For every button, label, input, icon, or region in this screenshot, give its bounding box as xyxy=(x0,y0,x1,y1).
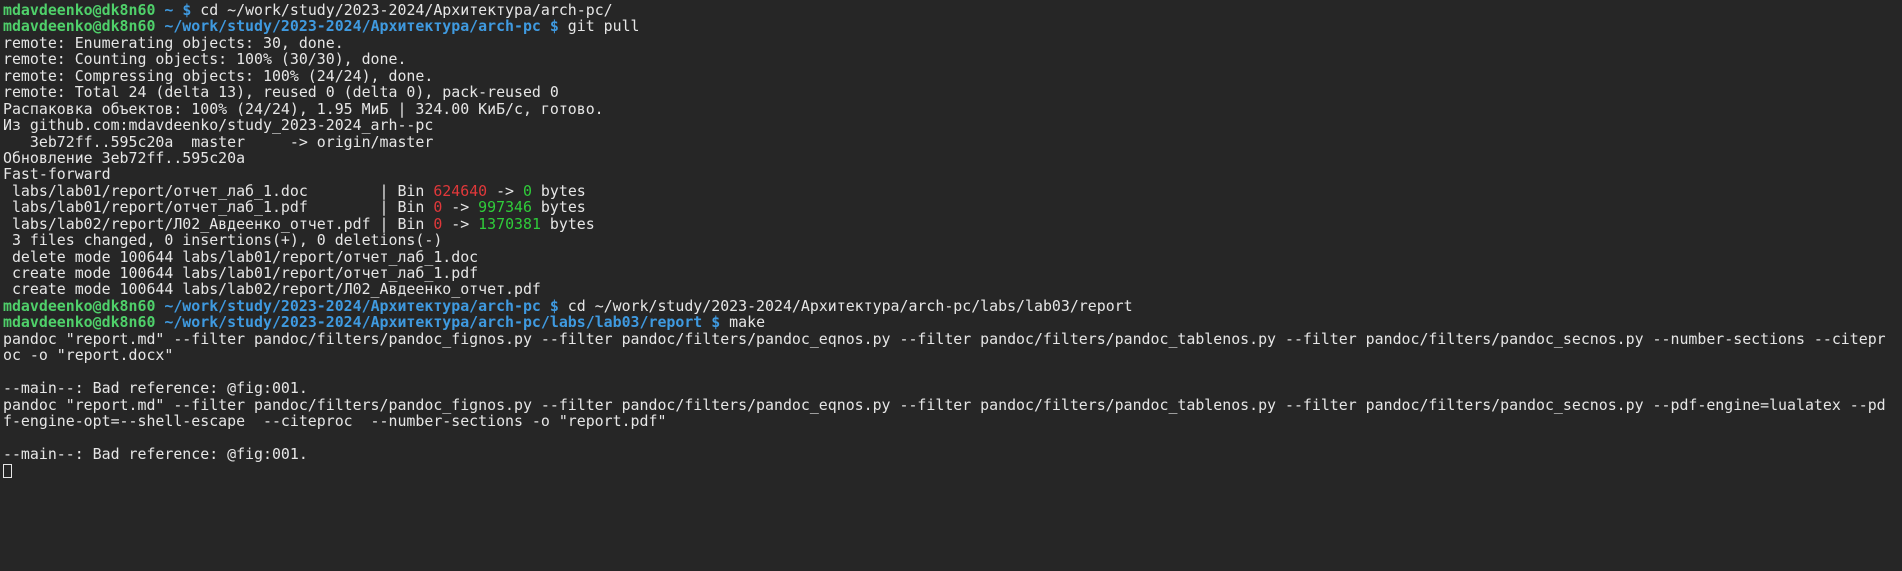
output-text: Из github.com:mdavdeenko/study_2023-2024… xyxy=(3,116,434,135)
terminal-line: --main--: Bad reference: @fig:001. xyxy=(3,446,1902,462)
output-text: --main--: Bad reference: @fig:001. xyxy=(3,379,308,398)
terminal-line: mdavdeenko@dk8n60 ~/work/study/2023-2024… xyxy=(3,18,1902,34)
terminal-line: pandoc "report.md" --filter pandoc/filte… xyxy=(3,395,1902,414)
output-text: create mode 100644 labs/lab02/report/Л02… xyxy=(3,280,541,299)
prompt-path: ~ xyxy=(164,1,183,19)
terminal-line: Распаковка объектов: 100% (24/24), 1.95 … xyxy=(3,99,1902,118)
terminal-output[interactable]: mdavdeenko@dk8n60 ~ $ cd ~/work/study/20… xyxy=(0,0,1902,479)
added-size: 0 xyxy=(523,181,532,200)
output-text: 3 files changed, 0 insertions(+), 0 dele… xyxy=(3,231,443,250)
terminal-line: Fast-forward xyxy=(3,166,1902,182)
output-text: remote: Total 24 (delta 13), reused 0 (d… xyxy=(3,83,559,102)
output-text: make xyxy=(729,313,766,332)
output-text: -> xyxy=(442,198,479,217)
output-text: bytes xyxy=(540,214,595,233)
terminal-line: labs/lab02/report/Л02_Авдеенко_отчет.pdf… xyxy=(3,214,1902,233)
terminal-line: 3 files changed, 0 insertions(+), 0 dele… xyxy=(3,232,1902,248)
terminal-line: labs/lab01/report/отчет_лаб_1.pdf | Bin … xyxy=(3,199,1902,215)
output-text: remote: Enumerating objects: 30, done. xyxy=(3,33,344,52)
output-text: cd ~/work/study/2023-2024/Архитектура/ar… xyxy=(567,296,1133,315)
output-text: -> xyxy=(487,181,523,200)
output-text: labs/lab01/report/отчет_лаб_1.pdf | Bin xyxy=(3,198,434,217)
terminal-line: mdavdeenko@dk8n60 ~/work/study/2023-2024… xyxy=(3,314,1902,330)
terminal-line: delete mode 100644 labs/lab01/report/отч… xyxy=(3,247,1902,266)
terminal-line: remote: Total 24 (delta 13), reused 0 (d… xyxy=(3,84,1902,100)
terminal-line: Из github.com:mdavdeenko/study_2023-2024… xyxy=(3,117,1902,133)
cursor xyxy=(3,464,12,479)
output-text: bytes xyxy=(531,198,586,217)
output-text: Fast-forward xyxy=(3,165,111,184)
output-text: --main--: Bad reference: @fig:001. xyxy=(3,444,308,463)
terminal-line: remote: Enumerating objects: 30, done. xyxy=(3,35,1902,51)
deleted-size: 0 xyxy=(433,198,443,217)
output-text: pandoc "report.md" --filter pandoc/filte… xyxy=(3,395,1886,414)
terminal-line: remote: Compressing objects: 100% (24/24… xyxy=(3,68,1902,84)
terminal-line: f-engine-opt=--shell-escape --citeproc -… xyxy=(3,413,1902,429)
input-line[interactable] xyxy=(3,462,1902,479)
output-text: delete mode 100644 labs/lab01/report/отч… xyxy=(3,247,479,266)
prompt-user: mdavdeenko@dk8n60 xyxy=(3,1,165,19)
terminal-line: --main--: Bad reference: @fig:001. xyxy=(3,380,1902,396)
prompt-path: ~/work/study/2023-2024/Архитектура/arch-… xyxy=(164,17,568,36)
output-text: labs/lab01/report/отчет_лаб_1.doc | Bin xyxy=(3,181,434,200)
output-text: oc -o "report.docx" xyxy=(3,346,174,365)
terminal-line: Обновление 3eb72ff..595c20a xyxy=(3,150,1902,166)
output-text: git pull xyxy=(567,17,640,36)
added-size: 1370381 xyxy=(478,214,541,233)
output-text: f-engine-opt=--shell-escape --citeproc -… xyxy=(3,411,667,430)
output-text: 3eb72ff..595c20a master -> origin/master xyxy=(3,132,434,151)
terminal-line: oc -o "report.docx" xyxy=(3,347,1902,363)
added-size: 997346 xyxy=(478,198,532,217)
output-text: -> xyxy=(442,214,479,233)
output-text: labs/lab02/report/Л02_Авдеенко_отчет.pdf… xyxy=(3,214,434,233)
terminal-line: mdavdeenko@dk8n60 ~ $ cd ~/work/study/20… xyxy=(3,2,1902,18)
output-text: cd ~/work/study/2023-2024/Архитектура/ar… xyxy=(200,1,613,19)
prompt-path: ~/work/study/2023-2024/Архитектура/arch-… xyxy=(164,296,568,315)
terminal-line: remote: Counting objects: 100% (30/30), … xyxy=(3,51,1902,67)
output-text: Распаковка объектов: 100% (24/24), 1.95 … xyxy=(3,99,604,118)
prompt-user: mdavdeenko@dk8n60 xyxy=(3,17,165,36)
prompt-user: mdavdeenko@dk8n60 xyxy=(3,296,165,315)
output-text: remote: Compressing objects: 100% (24/24… xyxy=(3,66,434,85)
prompt-path: $ xyxy=(182,1,201,19)
output-text: bytes xyxy=(531,181,586,200)
terminal-line: mdavdeenko@dk8n60 ~/work/study/2023-2024… xyxy=(3,298,1902,314)
prompt-user: mdavdeenko@dk8n60 xyxy=(3,313,165,332)
terminal-line: 3eb72ff..595c20a master -> origin/master xyxy=(3,132,1902,151)
terminal-line: create mode 100644 labs/lab02/report/Л02… xyxy=(3,281,1902,297)
deleted-size: 0 xyxy=(433,214,443,233)
terminal-line: pandoc "report.md" --filter pandoc/filte… xyxy=(3,331,1902,347)
output-text: Обновление 3eb72ff..595c20a xyxy=(3,148,246,167)
output-text: create mode 100644 labs/lab01/report/отч… xyxy=(3,264,479,282)
terminal-line: create mode 100644 labs/lab01/report/отч… xyxy=(3,265,1902,281)
output-text: pandoc "report.md" --filter pandoc/filte… xyxy=(3,329,1886,348)
prompt-path: ~/work/study/2023-2024/Архитектура/arch-… xyxy=(164,313,730,332)
terminal-line: labs/lab01/report/отчет_лаб_1.doc | Bin … xyxy=(3,183,1902,199)
output-text: remote: Counting objects: 100% (30/30), … xyxy=(3,50,407,69)
deleted-size: 624640 xyxy=(433,181,488,200)
